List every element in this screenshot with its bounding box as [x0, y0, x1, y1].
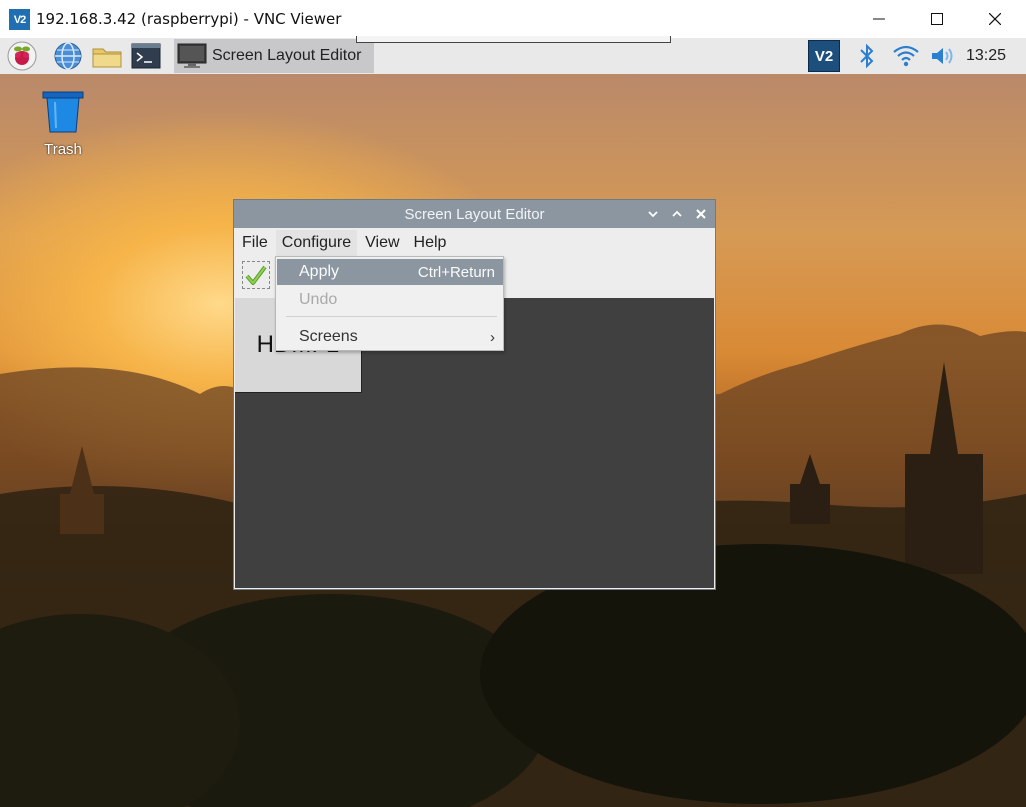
wifi-tray-button[interactable] [890, 38, 922, 74]
chevron-up-icon [672, 210, 682, 217]
menu-file[interactable]: File [236, 230, 274, 256]
file-manager-launcher[interactable] [91, 41, 122, 71]
menu-item-undo[interactable]: Undo [277, 287, 503, 313]
editor-titlebar[interactable]: Screen Layout Editor [234, 200, 715, 228]
menu-help[interactable]: Help [408, 230, 453, 256]
panel-clock[interactable]: 13:25 [966, 47, 1006, 65]
chevron-down-icon [648, 211, 658, 218]
apply-label: Apply [299, 263, 340, 280]
vnc-server-icon: V2 [808, 40, 840, 72]
editor-menubar: File Configure View Help [234, 228, 715, 257]
web-browser-launcher[interactable] [53, 41, 83, 71]
undo-label: Undo [299, 291, 338, 308]
trash-icon [42, 91, 84, 133]
vnc-server-tray-button[interactable]: V2 [806, 38, 842, 74]
apply-toolbar-button[interactable] [242, 261, 270, 289]
terminal-icon [131, 43, 161, 69]
checkmark-icon [245, 265, 267, 285]
taskbar-item-screen-layout-editor[interactable]: Screen Layout Editor [174, 39, 374, 73]
minimize-icon [873, 18, 885, 20]
close-icon [989, 13, 1001, 25]
close-button[interactable] [966, 0, 1024, 38]
minimize-button[interactable] [850, 0, 908, 38]
raspberry-menu-button[interactable] [7, 41, 37, 71]
menu-item-apply[interactable]: Apply Ctrl+Return [277, 259, 503, 285]
folder-icon [92, 48, 122, 68]
screens-label: Screens [299, 328, 358, 345]
monitor-icon [177, 43, 207, 68]
menu-item-screens[interactable]: Screens › [277, 324, 503, 350]
window-minimize-button[interactable] [646, 207, 660, 221]
wifi-icon [893, 45, 919, 67]
trash-label: Trash [44, 141, 82, 158]
volume-icon [932, 48, 953, 64]
maximize-button[interactable] [908, 0, 966, 38]
vnc-window-title: 192.168.3.42 (raspberrypi) - VNC Viewer [36, 10, 342, 28]
bluetooth-tray-button[interactable] [852, 38, 882, 74]
window-close-button[interactable] [694, 207, 708, 221]
menu-configure[interactable]: Configure [275, 229, 358, 256]
maximize-icon [931, 13, 943, 25]
trash-desktop-icon[interactable]: Trash [34, 90, 92, 158]
close-icon [696, 209, 706, 219]
globe-icon [54, 42, 82, 70]
menu-view[interactable]: View [359, 230, 405, 256]
vnc-window-titlebar: V2 192.168.3.42 (raspberrypi) - VNC View… [0, 0, 1026, 39]
apply-shortcut: Ctrl+Return [417, 263, 495, 281]
taskbar-panel: Screen Layout Editor V2 13:25 [0, 38, 1026, 75]
editor-window-title: Screen Layout Editor [404, 205, 545, 223]
window-maximize-button[interactable] [670, 207, 684, 221]
vnc-logo-icon: V2 [9, 9, 30, 30]
volume-tray-button[interactable] [928, 38, 960, 74]
raspberry-icon [7, 41, 37, 71]
configure-dropdown-menu: Apply Ctrl+Return Undo Screens › [275, 256, 504, 351]
taskbar-item-label: Screen Layout Editor [212, 47, 362, 64]
vnc-toolbar-handle[interactable] [356, 36, 671, 43]
terminal-launcher[interactable] [131, 41, 161, 71]
submenu-arrow-icon: › [490, 328, 495, 346]
bluetooth-icon [860, 43, 874, 69]
menu-separator [286, 316, 497, 317]
